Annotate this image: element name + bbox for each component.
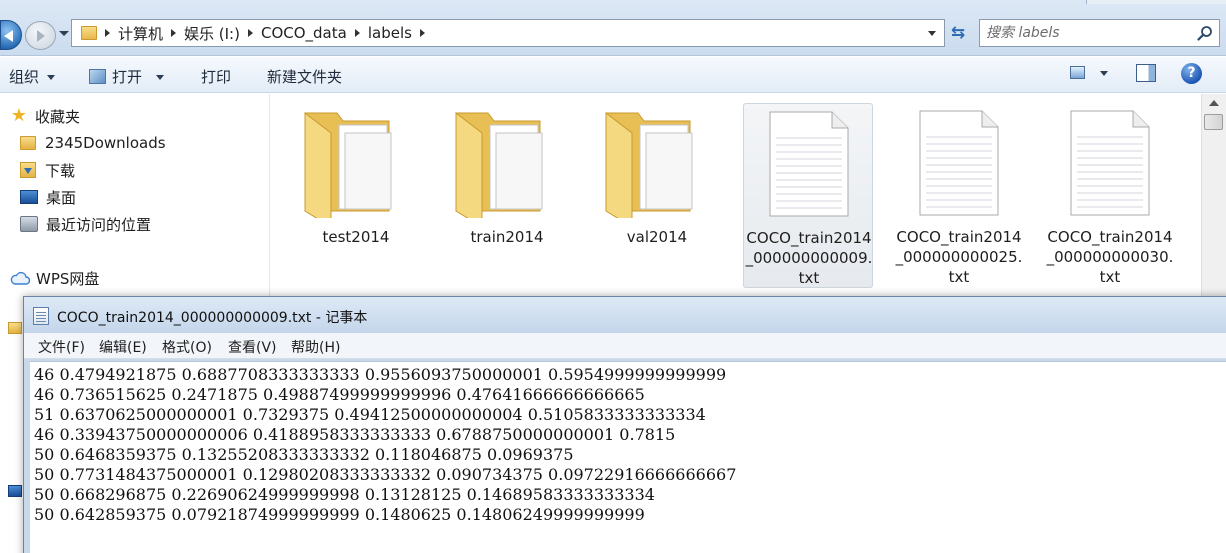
command-toolbar: 组织 打开 打印 新建文件夹 xyxy=(0,57,1226,93)
text-line: 50 0.6468359375 0.13255208333333332 0.11… xyxy=(34,445,574,464)
text-file-icon xyxy=(919,110,999,216)
text-line: 46 0.33943750000000006 0.418895833333333… xyxy=(34,425,676,444)
file-label: train2014 xyxy=(470,228,544,246)
nav-favorites[interactable]: ★ 收藏夹 xyxy=(10,105,80,127)
open-with-icon xyxy=(89,69,106,84)
organize-label: 组织 xyxy=(9,68,40,86)
nav-item-2345downloads[interactable]: 2345Downloads xyxy=(20,132,166,154)
folder-icon xyxy=(605,111,693,218)
open-label: 打开 xyxy=(112,68,143,86)
text-line: 50 0.642859375 0.07921874999999999 0.148… xyxy=(34,505,645,524)
nav-item-label: 桌面 xyxy=(46,188,77,207)
desktop-icon xyxy=(20,190,38,204)
search-input[interactable] xyxy=(986,23,1191,43)
breadcrumb-drive[interactable]: 娱乐 (I:) xyxy=(184,23,240,44)
folder-icon xyxy=(304,111,392,218)
folder-icon xyxy=(8,322,22,334)
menu-format[interactable]: 格式(O) xyxy=(162,337,212,357)
forward-button-icon[interactable] xyxy=(25,21,56,50)
star-icon: ★ xyxy=(10,105,28,126)
caret-down-icon xyxy=(47,75,56,80)
recent-pages-dropdown-icon[interactable] xyxy=(59,31,69,36)
notepad-text-area[interactable]: 46 0.4794921875 0.6887708333333333 0.955… xyxy=(30,361,1226,553)
notepad-window: COCO_train2014_000000000009.txt - 记事本 文件… xyxy=(23,296,1226,553)
file-label: COCO_train2014_000000000009.txt xyxy=(745,229,873,287)
computer-icon xyxy=(8,485,22,497)
folder-icon xyxy=(81,26,97,40)
nav-favorites-label: 收藏夹 xyxy=(35,107,81,126)
nav-item-desktop[interactable]: 桌面 xyxy=(20,186,76,208)
notepad-menubar: 文件(F) 编辑(E) 格式(O) 查看(V) 帮助(H) xyxy=(24,333,1226,359)
preview-pane-icon[interactable] xyxy=(1136,64,1156,82)
nav-item-label: 2345Downloads xyxy=(45,134,166,152)
notepad-icon xyxy=(33,307,49,325)
nav-item-recent-places[interactable]: 最近访问的位置 xyxy=(20,213,151,235)
file-item-txt-selected[interactable]: COCO_train2014_000000000009.txt xyxy=(743,103,873,288)
print-button[interactable]: 打印 xyxy=(201,66,231,87)
window-top-strip xyxy=(1086,0,1226,4)
file-label: COCO_train2014_000000000025.txt xyxy=(895,228,1023,286)
nav-wps-cloud[interactable]: WPS网盘 xyxy=(10,267,99,289)
nav-wps-label: WPS网盘 xyxy=(36,269,100,288)
notepad-titlebar[interactable]: COCO_train2014_000000000009.txt - 记事本 xyxy=(24,297,1226,333)
text-line: 46 0.4794921875 0.6887708333333333 0.955… xyxy=(34,365,727,384)
downloads-folder-icon xyxy=(20,162,36,178)
open-button[interactable]: 打开 xyxy=(89,66,165,87)
folder-item-val2014[interactable]: val2014 xyxy=(592,103,722,288)
recent-places-icon xyxy=(20,216,38,232)
nav-item-label: 最近访问的位置 xyxy=(46,215,152,234)
chevron-right-icon[interactable] xyxy=(419,29,425,37)
new-folder-button[interactable]: 新建文件夹 xyxy=(267,66,342,87)
file-label: val2014 xyxy=(626,228,688,246)
vertical-scrollbar[interactable] xyxy=(1201,94,1226,304)
cloud-icon xyxy=(10,271,30,285)
navigation-pane: ★ 收藏夹 2345Downloads 下载 桌面 最近访问的位置 WPS网盘 xyxy=(0,94,270,304)
search-box[interactable] xyxy=(979,19,1220,47)
address-row: 计算机 娱乐 (I:) COCO_data labels ⇆ xyxy=(0,0,1226,56)
menu-view[interactable]: 查看(V) xyxy=(228,337,277,357)
file-item-txt[interactable]: COCO_train2014_000000000030.txt xyxy=(1045,103,1175,288)
menu-help[interactable]: 帮助(H) xyxy=(291,337,340,357)
scroll-thumb[interactable] xyxy=(1204,114,1223,130)
nav-item-downloads[interactable]: 下载 xyxy=(20,159,75,181)
help-icon[interactable]: ? xyxy=(1181,63,1202,84)
folder-icon xyxy=(20,136,36,150)
chevron-right-icon[interactable] xyxy=(247,29,253,37)
text-line: 50 0.668296875 0.22690624999999998 0.131… xyxy=(34,485,655,504)
menu-edit[interactable]: 编辑(E) xyxy=(99,337,147,357)
address-bar[interactable]: 计算机 娱乐 (I:) COCO_data labels xyxy=(71,19,945,47)
folder-item-test2014[interactable]: test2014 xyxy=(291,103,421,288)
folder-icon xyxy=(455,111,543,218)
text-file-icon xyxy=(1070,110,1150,216)
menu-file[interactable]: 文件(F) xyxy=(38,337,85,357)
folder-item-train2014[interactable]: train2014 xyxy=(442,103,572,288)
nav-item-label: 下载 xyxy=(45,161,76,180)
scroll-up-arrow-icon[interactable] xyxy=(1209,100,1219,106)
search-icon[interactable] xyxy=(1197,25,1213,41)
chevron-right-icon[interactable] xyxy=(105,29,110,37)
back-button-icon[interactable] xyxy=(0,20,22,50)
file-item-txt[interactable]: COCO_train2014_000000000025.txt xyxy=(894,103,1024,288)
breadcrumb-labels[interactable]: labels xyxy=(368,24,412,42)
text-line: 50 0.7731484375000001 0.1298020833333333… xyxy=(34,465,737,484)
chevron-right-icon[interactable] xyxy=(171,29,177,37)
text-line: 51 0.6370625000000001 0.7329375 0.494125… xyxy=(34,405,706,424)
view-options-caret-icon[interactable] xyxy=(1100,71,1108,76)
change-view-icon[interactable] xyxy=(1070,66,1085,79)
text-line: 46 0.736515625 0.2471875 0.4988749999999… xyxy=(34,385,645,404)
caret-down-icon xyxy=(156,75,165,80)
refresh-icon[interactable]: ⇆ xyxy=(947,22,969,44)
breadcrumb-computer[interactable]: 计算机 xyxy=(118,23,163,44)
file-list: test2014 train2014 val2014 COCO_train201… xyxy=(271,94,1201,304)
notepad-title: COCO_train2014_000000000009.txt - 记事本 xyxy=(57,310,368,326)
organize-button[interactable]: 组织 xyxy=(9,66,56,87)
file-label: test2014 xyxy=(322,228,390,246)
text-file-icon xyxy=(769,111,849,217)
breadcrumb-coco-data[interactable]: COCO_data xyxy=(261,24,347,42)
file-label: COCO_train2014_000000000030.txt xyxy=(1046,228,1174,286)
address-dropdown-icon[interactable] xyxy=(928,31,936,36)
chevron-right-icon[interactable] xyxy=(354,29,360,37)
